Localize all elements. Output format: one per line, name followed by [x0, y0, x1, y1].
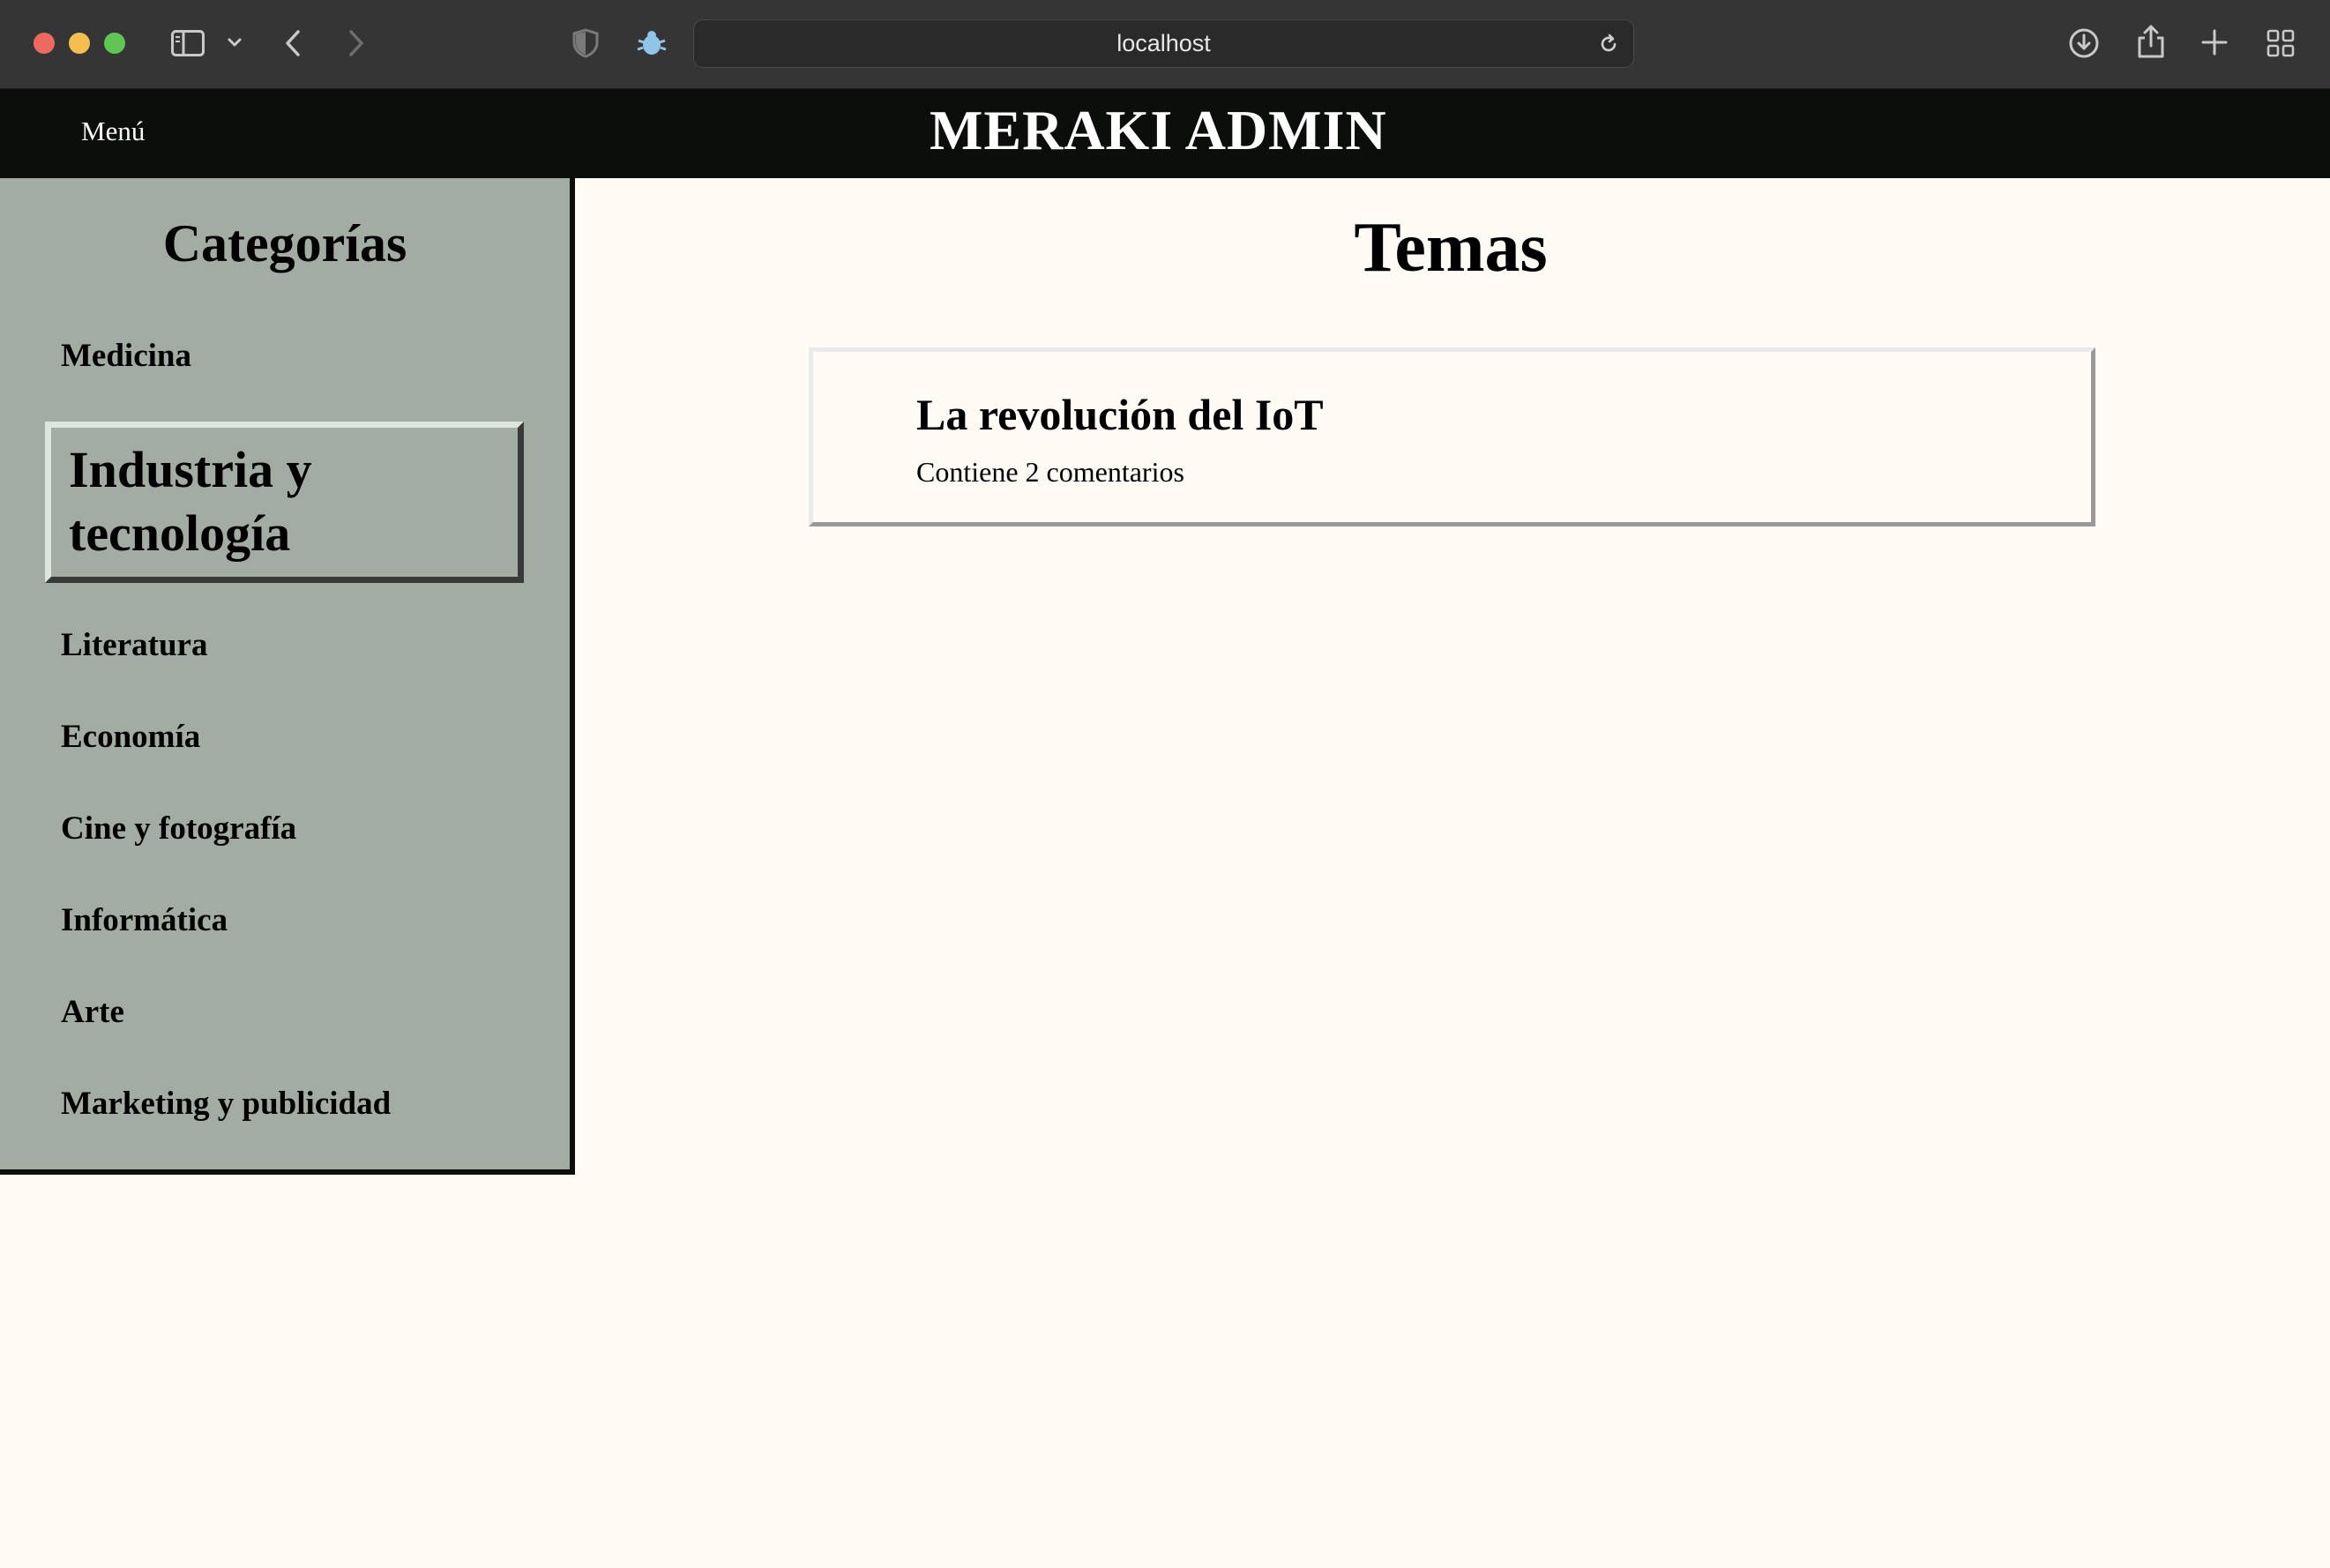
sidebar-title: Categorías [162, 214, 407, 273]
categories-sidebar: Categorías Medicina Industria y tecnolog… [0, 178, 575, 1175]
sidebar-item-industria-y-tecnologia[interactable]: Industria y tecnología [45, 422, 524, 583]
sidebar-item-economia[interactable]: Economía [61, 718, 200, 756]
topic-title[interactable]: La revolución del IoT [916, 389, 1324, 440]
app-header: Menú MERAKI ADMIN [0, 89, 2330, 178]
new-tab-plus-icon[interactable] [2201, 29, 2228, 56]
reload-icon[interactable] [1598, 34, 1619, 59]
app-title: MERAKI ADMIN [930, 99, 1387, 161]
topic-comment-count: Contiene 2 comentarios [916, 456, 1184, 488]
minimize-window-button[interactable] [69, 33, 90, 54]
sidebar-item-literatura[interactable]: Literatura [61, 626, 207, 664]
download-icon[interactable] [2068, 27, 2100, 59]
extension-bug-icon[interactable] [635, 28, 668, 58]
tab-overview-icon[interactable] [2267, 29, 2295, 57]
close-window-button[interactable] [34, 33, 55, 54]
browser-toolbar: localhost [0, 0, 2330, 89]
sidebar-toggle-icon[interactable] [171, 30, 205, 56]
page-title: Temas [1354, 209, 1548, 287]
menu-link[interactable]: Menú [81, 116, 145, 147]
share-icon[interactable] [2137, 24, 2165, 59]
topic-card[interactable]: La revolución del IoT Contiene 2 comenta… [809, 347, 2095, 526]
shield-icon[interactable] [572, 28, 599, 58]
address-bar[interactable]: localhost [693, 19, 1634, 68]
url-text: localhost [1116, 30, 1211, 56]
sidebar-item-cine-y-fotografia[interactable]: Cine y fotografía [61, 810, 296, 847]
chevron-down-icon[interactable] [228, 37, 242, 48]
sidebar-item-arte[interactable]: Arte [61, 993, 124, 1031]
sidebar-item-marketing-y-publicidad[interactable]: Marketing y publicidad [61, 1085, 391, 1123]
sidebar-item-informatica[interactable]: Informática [61, 901, 228, 939]
back-arrow-icon[interactable] [284, 29, 302, 57]
forward-arrow-icon[interactable] [347, 29, 365, 57]
sidebar-item-medicina[interactable]: Medicina [61, 337, 191, 375]
zoom-window-button[interactable] [104, 33, 125, 54]
